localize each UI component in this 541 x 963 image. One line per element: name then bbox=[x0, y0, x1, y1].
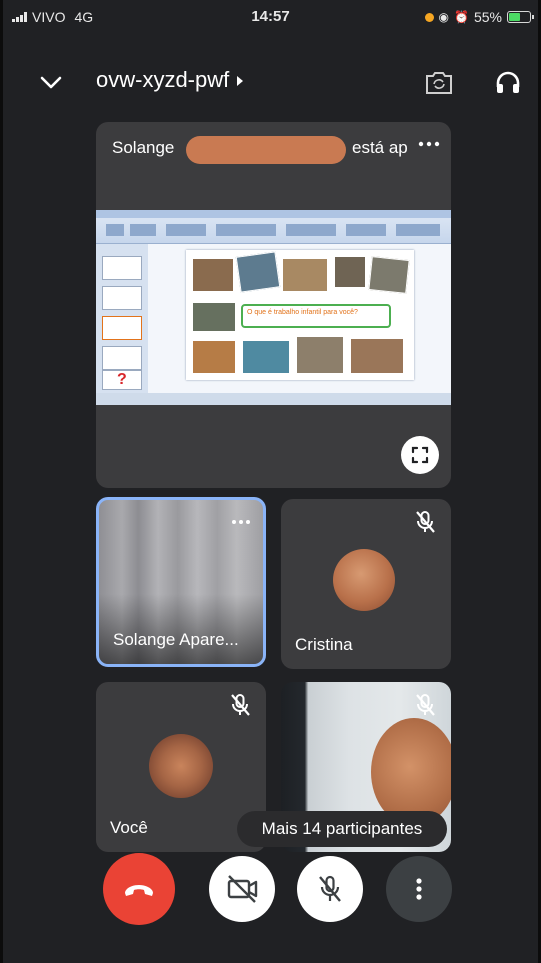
call-controls bbox=[0, 853, 541, 928]
fullscreen-icon[interactable] bbox=[401, 436, 439, 474]
slide-canvas: O que é trabalho infantil para você? bbox=[186, 250, 414, 380]
meeting-header: ovw-xyzd-pwf bbox=[0, 55, 541, 111]
presentation-tile[interactable]: Solange está ap ? O que é trabalho infan… bbox=[96, 122, 451, 488]
meeting-code-button[interactable]: ovw-xyzd-pwf bbox=[96, 67, 244, 93]
more-vertical-icon bbox=[416, 878, 422, 900]
caret-right-icon bbox=[237, 76, 244, 87]
mic-off-icon bbox=[319, 875, 341, 902]
presentation-header: Solange está ap bbox=[96, 122, 451, 172]
location-icon: ◉ bbox=[438, 10, 450, 24]
camera-flip-icon[interactable] bbox=[424, 69, 454, 97]
participant-name: Cristina bbox=[295, 635, 353, 654]
tile-shade bbox=[99, 594, 263, 664]
mic-toggle-button[interactable] bbox=[297, 856, 363, 922]
shared-screen: ? O que é trabalho infantil para você? bbox=[96, 210, 451, 405]
mic-off-icon bbox=[413, 692, 437, 718]
avatar bbox=[149, 734, 213, 798]
status-right: ◉ ⏰ 55% bbox=[424, 9, 534, 25]
camera-off-icon bbox=[227, 875, 258, 903]
mic-off-icon bbox=[228, 692, 252, 718]
mic-off-icon bbox=[413, 509, 437, 535]
more-horizontal-icon[interactable] bbox=[417, 136, 441, 152]
presenting-status: está ap bbox=[352, 138, 408, 157]
avatar bbox=[333, 549, 395, 611]
participant-name: Solange Apare... bbox=[113, 630, 239, 649]
mic-in-use-dot-icon bbox=[424, 12, 434, 22]
alarm-icon: ⏰ bbox=[454, 10, 469, 24]
battery-percent: 55% bbox=[473, 9, 502, 25]
presenter-name: Solange bbox=[112, 138, 175, 157]
more-options-button[interactable] bbox=[386, 856, 452, 922]
hangup-button[interactable] bbox=[103, 853, 175, 925]
more-horizontal-icon[interactable] bbox=[231, 514, 251, 524]
meeting-code: ovw-xyzd-pwf bbox=[96, 67, 230, 92]
video-face-redaction bbox=[371, 718, 451, 826]
chevron-down-icon[interactable] bbox=[36, 67, 66, 97]
powerpoint-ribbon bbox=[96, 210, 451, 244]
more-participants-button[interactable]: Mais 14 participantes bbox=[237, 811, 447, 847]
redaction-mark bbox=[186, 136, 346, 164]
slide-thumbnails: ? bbox=[96, 244, 148, 393]
participant-tile-solange[interactable]: Solange Apare... bbox=[96, 497, 266, 667]
phone-hangup-icon bbox=[125, 885, 153, 896]
slide-title: O que é trabalho infantil para você? bbox=[241, 304, 391, 328]
participant-name: Você bbox=[110, 818, 148, 837]
participant-tile-cristina[interactable]: Cristina bbox=[281, 499, 451, 669]
status-bar: VIVO 4G 14:57 ◉ ⏰ 55% bbox=[0, 0, 541, 34]
battery-icon bbox=[507, 11, 534, 23]
camera-toggle-button[interactable] bbox=[209, 856, 275, 922]
headphones-icon[interactable] bbox=[493, 67, 523, 97]
powerpoint-status-bar bbox=[96, 393, 451, 405]
